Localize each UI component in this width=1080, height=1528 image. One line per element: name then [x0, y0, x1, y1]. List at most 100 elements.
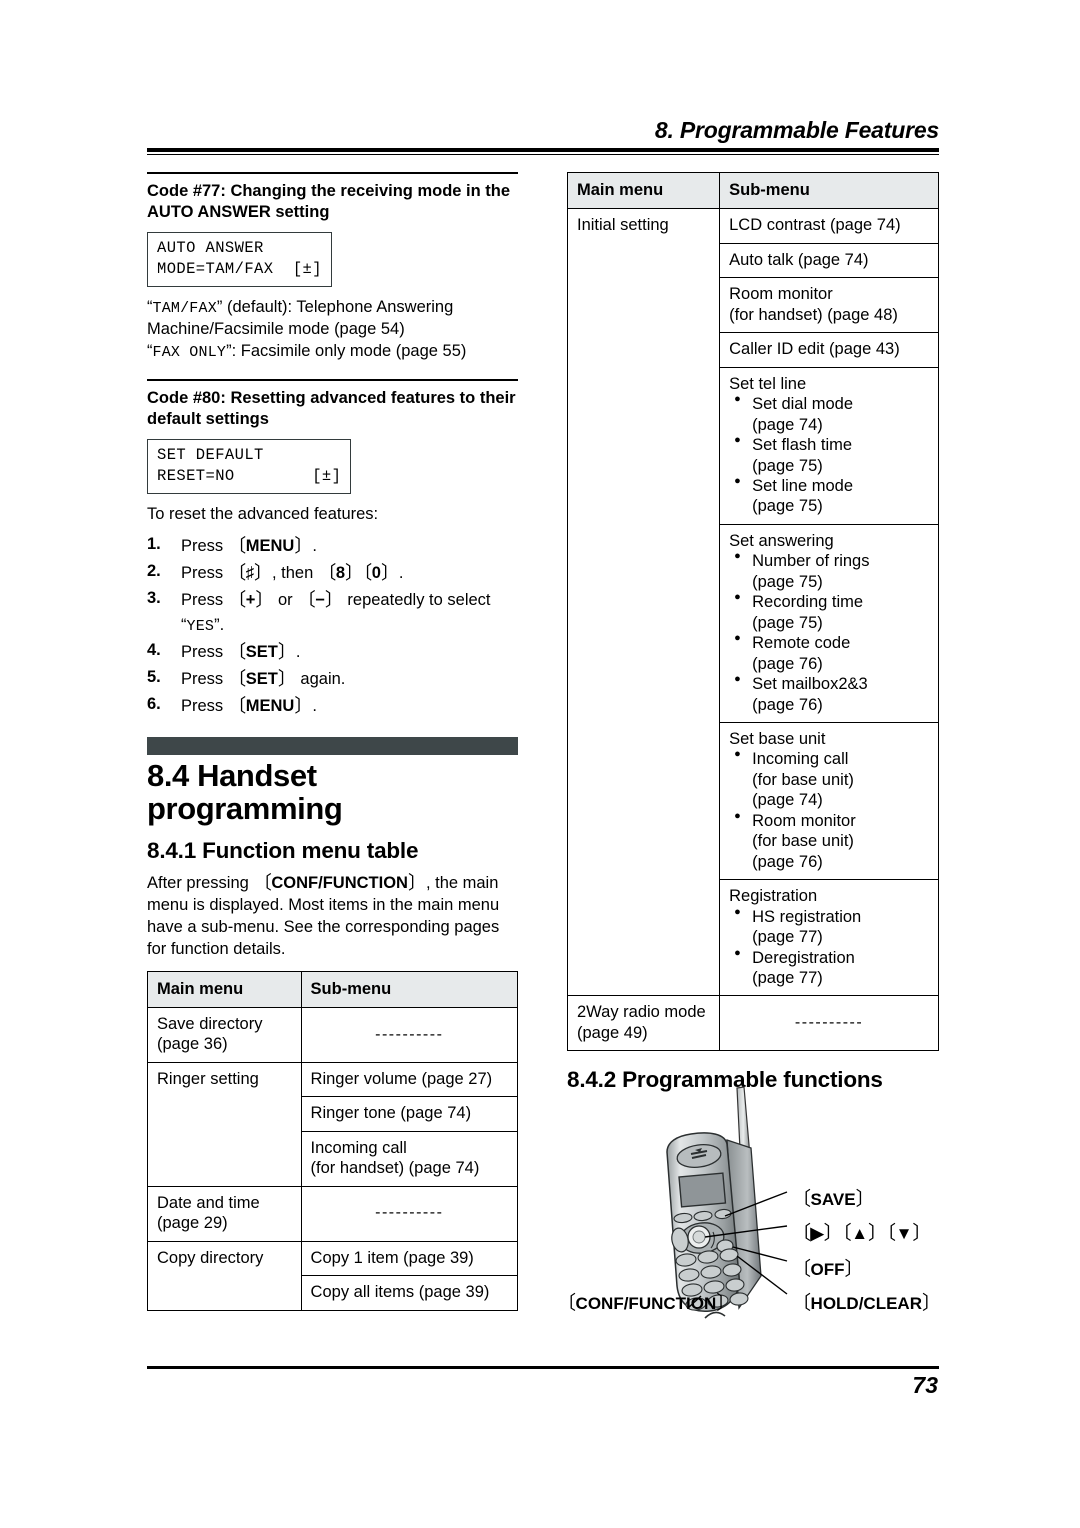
step-6-key-menu: 〔MENU〕 [227, 694, 313, 716]
section-8-4-1-title: 8.4.1 Function menu table [147, 837, 419, 863]
header-rule [147, 148, 939, 152]
step-2-number: 2. [147, 561, 161, 580]
cell-main-ringer-setting: Ringer setting [147, 1061, 302, 1187]
step-1: 1. Press 〔MENU〕. [147, 532, 518, 559]
step-4: 4. Press 〔SET〕. [147, 638, 518, 665]
header-rule-thin [147, 154, 939, 155]
cell-sub-set-tel-line: Set tel line Set dial mode(page 74) Set … [719, 366, 939, 525]
step-4-post: . [295, 642, 301, 661]
cell-sub-ringer-tone: Ringer tone (page 74) [300, 1096, 519, 1132]
step-3-mid: or [273, 590, 298, 609]
code77-description: “TAM/FAX” (default): Telephone Answering… [147, 298, 467, 361]
bullet-incoming-call-base: Incoming call(for base unit)(page 74) [731, 748, 929, 810]
step-3-number: 3. [147, 588, 161, 607]
code77-opt2-value: FAX ONLY [152, 343, 227, 361]
cell-sub-set-base-unit: Set base unit Incoming call(for base uni… [719, 721, 939, 881]
cell-sub-set-answering: Set answering Number of rings(page 75) R… [719, 523, 939, 723]
nav-up-glyph-icon: ▲ [851, 1224, 869, 1243]
cell-main-2way-radio-mode: 2Way radio mode (page 49) [566, 995, 721, 1052]
right-column: Main menu Sub-menu Initial setting LCD c… [566, 171, 939, 1093]
table-row: Initial setting LCD contrast (page 74) [566, 208, 939, 997]
group-title-registration: Registration [729, 887, 818, 906]
label-save-key: 〔SAVE〕 [792, 1189, 875, 1210]
step-6-post: . [312, 696, 317, 715]
cell-sub-registration: Registration HS registration(page 77) De… [719, 879, 939, 997]
step-5-post: again. [295, 669, 346, 688]
step-4-pre: Press [181, 642, 228, 661]
step-5: 5. Press 〔SET〕 again. [147, 665, 518, 692]
bullet-list-registration: HS registration(page 77) Deregistration(… [729, 906, 929, 989]
step-3-select-value: YES [186, 617, 215, 635]
code77-lcd-line1: AUTO ANSWER [157, 239, 264, 258]
bullet-set-flash-time: Set flash time(page 75) [731, 434, 929, 476]
bullet-set-mailbox2and3: Set mailbox2&3(page 76) [731, 673, 929, 715]
code77-opt1-value: TAM/FAX [152, 300, 217, 318]
step-6-number: 6. [147, 694, 161, 713]
step-2-key-0: 〔0〕 [363, 561, 399, 583]
table-header-row: Main menu Sub-menu [147, 970, 519, 1009]
step-1-pre: Press [181, 536, 228, 555]
label-hold-clear-key: 〔HOLD/CLEAR〕 [792, 1293, 941, 1314]
cell-main-copy-directory: Copy directory [147, 1240, 302, 1311]
code77-opt2-desc: : Facsimile only mode (page 55) [231, 341, 467, 360]
bullet-set-dial-mode: Set dial mode(page 74) [731, 393, 929, 435]
bullet-list-set-answering: Number of rings(page 75) Recording time(… [729, 550, 929, 715]
bullet-room-monitor-base: Room monitor(for base unit)(page 76) [731, 810, 929, 872]
cell-sub-dashes-3: ---------- [719, 995, 939, 1052]
page-number: 73 [912, 1372, 938, 1398]
cell-sub-copy-all-items: Copy all items (page 39) [300, 1275, 519, 1311]
code80-steps: 1. Press 〔MENU〕. 2. Press 〔♯〕, then 〔8〕〔… [147, 532, 518, 719]
cell-sub-incoming-call-handset: Incoming call (for handset) (page 74) [300, 1130, 519, 1187]
bullet-hs-registration: HS registration(page 77) [731, 906, 929, 948]
step-5-number: 5. [147, 667, 161, 686]
step-3: 3. Press 〔+〕 or 〔−〕 repeatedly to select… [147, 586, 518, 638]
table-row: Date and time (page 29) ---------- [147, 1185, 519, 1242]
cell-main-date-and-time: Date and time (page 29) [147, 1185, 302, 1242]
cell-sub-copy-1-item: Copy 1 item (page 39) [300, 1240, 519, 1277]
step-2-post: . [398, 563, 404, 582]
left-column: Code #77: Changing the receiving mode in… [147, 172, 519, 1311]
cell-sub-lcd-contrast: LCD contrast (page 74) [719, 208, 939, 244]
step-5-key-set: 〔SET〕 [227, 667, 297, 689]
header-main-menu: Main menu [566, 171, 721, 210]
code80-lcd-line2: RESET=NO [±] [157, 467, 342, 486]
label-off-key: 〔OFF〕 [792, 1259, 864, 1280]
step-6: 6. Press 〔MENU〕. [147, 692, 518, 719]
cell-sub-caller-id-edit: Caller ID edit (page 43) [719, 332, 939, 368]
code80-heading: Code #80: Resetting advanced features to… [147, 388, 516, 428]
code80-lcd-display: SET DEFAULT RESET=NO [±] [147, 439, 352, 494]
code77-opt1-desc: (default): Telephone Answering [222, 298, 454, 317]
section-8-4-1-paragraph: After pressing 〔CONF/FUNCTION〕, the main… [147, 870, 518, 961]
table-header-row: Main menu Sub-menu [566, 171, 939, 210]
para-pre: After pressing [147, 873, 254, 892]
group-title-set-tel-line: Set tel line [729, 374, 807, 393]
group-title-set-answering: Set answering [729, 531, 834, 550]
table-row: Save directory (page 36) ---------- [147, 1007, 519, 1063]
table-row: Ringer setting Ringer volume (page 27) [147, 1061, 519, 1187]
bullet-remote-code: Remote code(page 76) [731, 632, 929, 674]
step-2-mid: , then [271, 563, 318, 582]
cell-sub-dashes-2: ---------- [300, 1185, 519, 1242]
bullet-recording-time: Recording time(page 75) [731, 591, 929, 633]
bullet-list-set-tel-line: Set dial mode(page 74) Set flash time(pa… [729, 393, 929, 517]
label-conf-function-key: 〔CONF/FUNCTION〕 [557, 1293, 735, 1314]
header-sub-menu: Sub-menu [719, 171, 939, 210]
code80-intro: To reset the advanced features: [147, 504, 379, 523]
bullet-set-line-mode: Set line mode(page 75) [731, 475, 929, 517]
code80-separator [147, 378, 518, 381]
cell-sub-room-monitor-handset: Room monitor (for handset) (page 48) [719, 277, 939, 334]
bullet-number-of-rings: Number of rings(page 75) [731, 550, 929, 592]
step-3-pre: Press [181, 590, 228, 609]
nav-down-glyph-icon: ▼ [895, 1224, 913, 1243]
footer-rule [147, 1366, 939, 1369]
header-sub-menu: Sub-menu [300, 970, 519, 1009]
handset-function-menu-table-right: Main menu Sub-menu Initial setting LCD c… [566, 171, 939, 1052]
bullet-list-set-base-unit: Incoming call(for base unit)(page 74) Ro… [729, 748, 929, 872]
step-2-pre: Press [181, 563, 228, 582]
code80-lcd-line1: SET DEFAULT [157, 446, 264, 465]
step-2-key-hash: 〔♯〕 [227, 561, 273, 583]
cell-sub-auto-talk: Auto talk (page 74) [719, 242, 939, 279]
cell-main-initial-setting: Initial setting [566, 208, 721, 997]
step-3-key-plus: 〔+〕 [227, 588, 274, 610]
cell-sub-dashes-1: ---------- [300, 1007, 519, 1063]
